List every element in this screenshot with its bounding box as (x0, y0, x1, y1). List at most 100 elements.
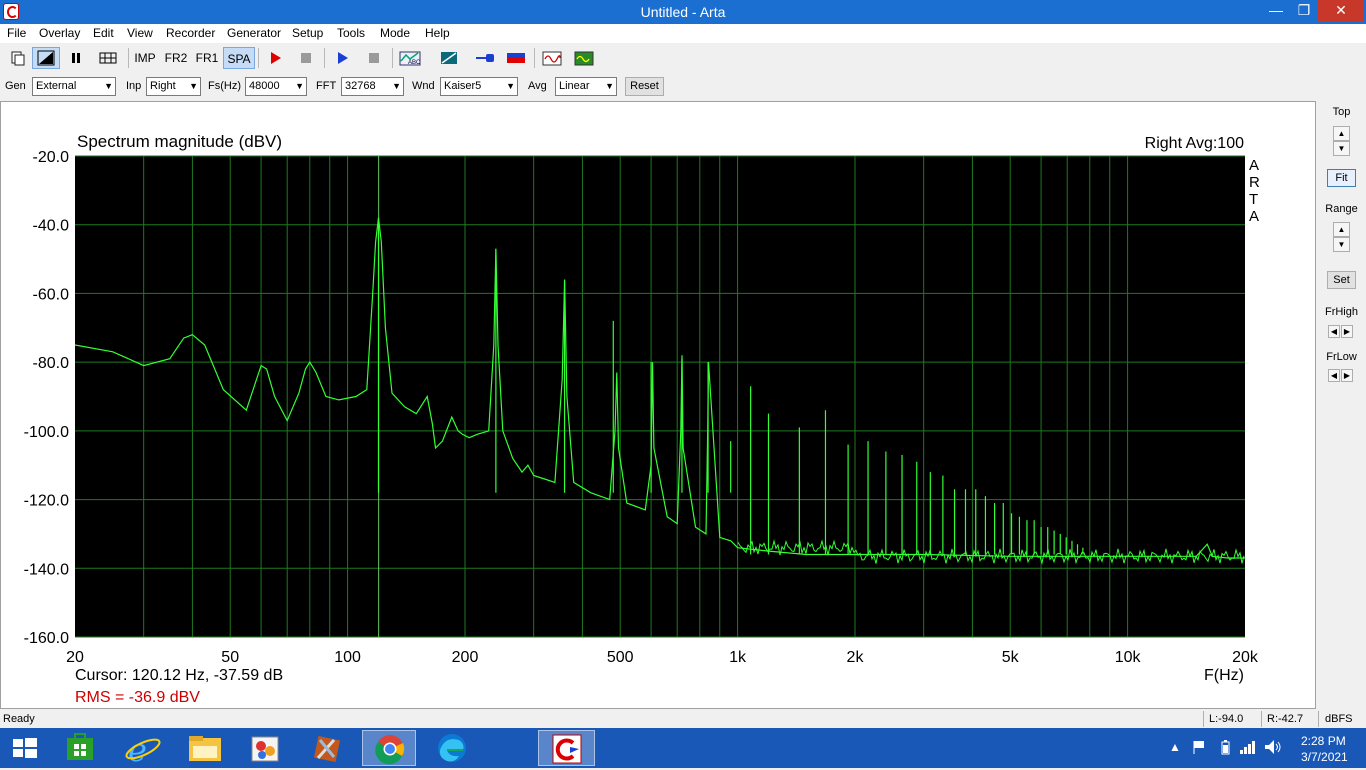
gen-select[interactable]: External ▼ (32, 77, 116, 96)
store-icon[interactable] (54, 730, 108, 766)
spectrum-graph-panel[interactable]: -20.0 -40.0 -60.0 -80.0 -100.0 -120.0 -140.0 -1… (0, 101, 1316, 709)
fit-button[interactable]: Fit (1327, 169, 1356, 187)
arta-watermark-r: R (1249, 174, 1260, 191)
frhigh-left-button[interactable]: ◀ (1328, 325, 1340, 338)
fs-select-value: 48000 (249, 80, 280, 92)
file-explorer-icon[interactable] (178, 730, 232, 766)
menu-mode[interactable]: Mode (380, 26, 410, 40)
volume-icon[interactable] (1264, 739, 1282, 758)
range-down-button[interactable]: ▼ (1333, 237, 1350, 252)
inp-select[interactable]: Right ▼ (146, 77, 201, 96)
chrome-icon[interactable] (362, 730, 416, 766)
clock-date[interactable]: 3/7/2021 (1301, 750, 1348, 764)
chart-title: Spectrum magnitude (dBV) (77, 132, 282, 151)
record-icon[interactable] (264, 47, 286, 69)
x-tick-label: 100 (334, 649, 361, 666)
status-ready: Ready (3, 713, 35, 725)
wnd-label: Wnd (412, 80, 435, 92)
show-hidden-icons-icon[interactable]: ▲ (1169, 740, 1181, 754)
abc-icon[interactable]: ABC (398, 47, 422, 69)
units-readout: dBFS (1325, 713, 1353, 725)
start-icon[interactable] (0, 730, 48, 766)
reset-button[interactable]: Reset (625, 77, 664, 96)
fft-select[interactable]: 32768 ▼ (341, 77, 404, 96)
flag-icon[interactable] (1192, 740, 1206, 757)
overlay-icon[interactable] (32, 47, 60, 69)
probe-icon[interactable] (474, 47, 496, 69)
fr1-mode-button[interactable]: FR1 (193, 47, 221, 69)
y-tick-label: -160.0 (24, 630, 69, 647)
play-icon[interactable] (331, 47, 353, 69)
svg-text:ABC: ABC (408, 60, 421, 66)
menu-edit[interactable]: Edit (93, 26, 114, 40)
x-tick-label: 5k (1002, 649, 1020, 666)
window-title: Untitled - Arta (640, 4, 726, 20)
menu-generator[interactable]: Generator (227, 26, 281, 40)
generator-icon[interactable] (541, 47, 563, 69)
menu-view[interactable]: View (127, 26, 153, 40)
range-up-button[interactable]: ▲ (1333, 222, 1350, 237)
internet-explorer-icon[interactable]: e (117, 730, 171, 769)
imp-mode-button[interactable]: IMP (132, 47, 158, 69)
spectrum-chart[interactable]: -20.0 -40.0 -60.0 -80.0 -100.0 -120.0 -140.0 -1… (1, 102, 1315, 708)
frlow-left-button[interactable]: ◀ (1328, 369, 1340, 382)
range-label: Range (1325, 203, 1358, 215)
y-tick-label: -20.0 (33, 149, 70, 166)
menu-overlay[interactable]: Overlay (39, 26, 80, 40)
menu-recorder[interactable]: Recorder (166, 26, 215, 40)
fs-select[interactable]: 48000 ▼ (245, 77, 307, 96)
wnd-select[interactable]: Kaiser5 ▼ (440, 77, 518, 96)
fft-label: FFT (316, 80, 337, 92)
taskbar: e ▲ 2:28 PM 3/7/2021 (0, 728, 1366, 769)
control-bar: Gen External ▼ Inp Right ▼ Fs(Hz) 48000 ▼ F… (0, 74, 1366, 100)
spa-mode-button[interactable]: SPA (223, 47, 255, 69)
oscilloscope-icon[interactable] (573, 47, 595, 69)
x-tick-label: 500 (607, 649, 634, 666)
new-document-icon[interactable] (6, 47, 28, 69)
menu-tools[interactable]: Tools (337, 26, 365, 40)
frlow-right-button[interactable]: ▶ (1341, 369, 1353, 382)
arta-watermark-t: T (1249, 191, 1258, 208)
edge-icon[interactable] (425, 730, 479, 766)
inp-label: Inp (126, 80, 142, 92)
gen-select-value: External (36, 80, 77, 92)
right-level-readout: R:-42.7 (1267, 713, 1304, 725)
menu-setup[interactable]: Setup (292, 26, 323, 40)
arta-watermark-a2: A (1249, 208, 1259, 225)
tools-icon[interactable] (300, 730, 354, 766)
chevron-down-icon: ▼ (189, 81, 198, 91)
grid-icon[interactable] (96, 47, 120, 69)
stop-generator-icon[interactable] (363, 47, 385, 69)
minimize-button[interactable]: — (1262, 0, 1290, 22)
maximize-button[interactable]: ❐ (1290, 0, 1318, 22)
chevron-down-icon: ▼ (506, 81, 515, 91)
top-down-button[interactable]: ▼ (1333, 141, 1350, 156)
battery-icon[interactable] (1221, 740, 1231, 758)
clock-time[interactable]: 2:28 PM (1301, 734, 1346, 748)
close-button[interactable]: ✕ (1318, 0, 1364, 22)
x-axis-label: F(Hz) (1204, 667, 1244, 684)
stop-icon[interactable] (295, 47, 317, 69)
fr2-mode-button[interactable]: FR2 (162, 47, 190, 69)
top-up-button[interactable]: ▲ (1333, 126, 1350, 141)
menu-file[interactable]: File (7, 26, 26, 40)
level-meter-icon[interactable] (505, 47, 527, 69)
status-bar: Ready L:-94.0 R:-42.7 dBFS (0, 710, 1366, 728)
chevron-down-icon: ▼ (605, 81, 614, 91)
calibration-icon[interactable] (438, 47, 460, 69)
arta-icon[interactable] (538, 730, 595, 766)
menu-help[interactable]: Help (425, 26, 450, 40)
rms-readout: RMS = -36.9 dBV (75, 689, 200, 706)
frhigh-label: FrHigh (1324, 306, 1358, 318)
gen-label: Gen (5, 80, 26, 92)
set-button[interactable]: Set (1327, 271, 1356, 289)
x-tick-label: 10k (1115, 649, 1142, 666)
paint-icon[interactable] (239, 730, 293, 766)
title-bar[interactable]: Untitled - Arta — ❐ ✕ (0, 0, 1366, 24)
pause-icon[interactable] (64, 47, 88, 69)
avg-select[interactable]: Linear ▼ (555, 77, 617, 96)
x-tick-label: 200 (452, 649, 479, 666)
frhigh-right-button[interactable]: ▶ (1341, 325, 1353, 338)
signal-icon[interactable] (1240, 740, 1256, 757)
x-tick-label: 2k (847, 649, 865, 666)
